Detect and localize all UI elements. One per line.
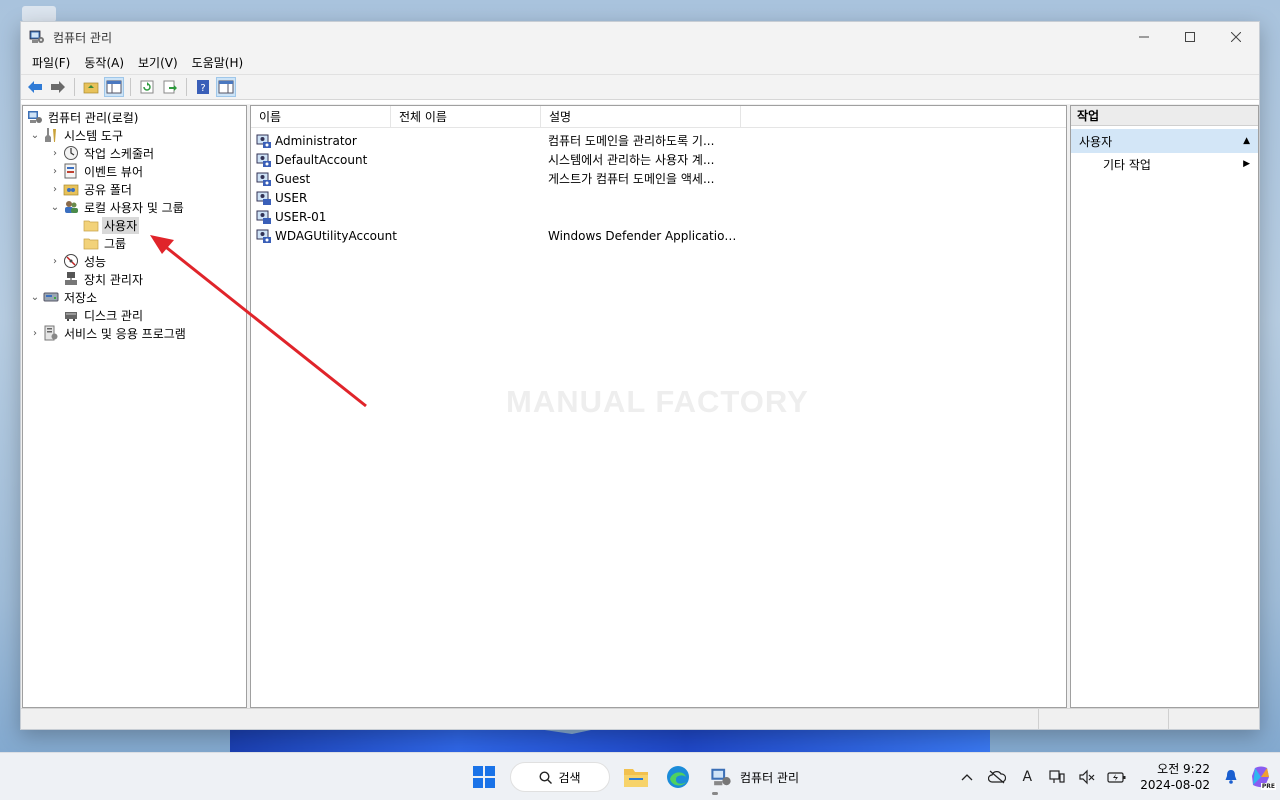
battery-button[interactable] bbox=[1102, 762, 1132, 792]
pre-badge: PRE bbox=[1260, 783, 1276, 790]
show-hidden-icons-button[interactable] bbox=[952, 762, 982, 792]
annotation-arrow bbox=[150, 235, 367, 408]
clock[interactable]: 오전 9:22 2024-08-02 bbox=[1140, 761, 1210, 793]
bell-icon bbox=[1225, 770, 1237, 784]
onedrive-button[interactable] bbox=[982, 762, 1012, 792]
input-indicator[interactable]: A bbox=[1012, 762, 1042, 792]
start-button[interactable] bbox=[468, 761, 500, 793]
search-label: 검색 bbox=[558, 770, 581, 785]
taskbar-app-computer-management[interactable]: 컴퓨터 관리 bbox=[704, 757, 805, 797]
battery-charging-icon bbox=[1107, 772, 1126, 783]
network-button[interactable] bbox=[1042, 762, 1072, 792]
volume-button[interactable] bbox=[1072, 762, 1102, 792]
search-icon bbox=[539, 770, 553, 784]
edge-icon bbox=[667, 766, 689, 788]
file-explorer-icon bbox=[624, 769, 648, 787]
cloud-offline-icon bbox=[988, 770, 1007, 784]
chevron-up-icon bbox=[961, 774, 973, 781]
taskbar-app-label: 컴퓨터 관리 bbox=[740, 770, 800, 785]
computer-management-icon bbox=[711, 768, 731, 786]
taskbar-search[interactable]: 검색 bbox=[510, 762, 610, 792]
notifications-button[interactable] bbox=[1216, 762, 1246, 792]
taskbar: 검색 컴퓨터 관리 A 오전 9:22 2024-08-02 PRE bbox=[0, 752, 1280, 800]
clock-date: 2024-08-02 bbox=[1140, 778, 1210, 792]
network-icon bbox=[1049, 770, 1065, 783]
running-indicator bbox=[712, 792, 718, 795]
windows-start-icon bbox=[473, 766, 495, 788]
file-explorer-button[interactable] bbox=[620, 761, 652, 793]
system-tray: A 오전 9:22 2024-08-02 PRE bbox=[952, 753, 1280, 800]
edge-browser-button[interactable] bbox=[662, 761, 694, 793]
clock-time: 오전 9:22 bbox=[1157, 762, 1210, 776]
volume-muted-icon bbox=[1079, 769, 1095, 785]
copilot-button[interactable]: PRE bbox=[1246, 762, 1276, 792]
